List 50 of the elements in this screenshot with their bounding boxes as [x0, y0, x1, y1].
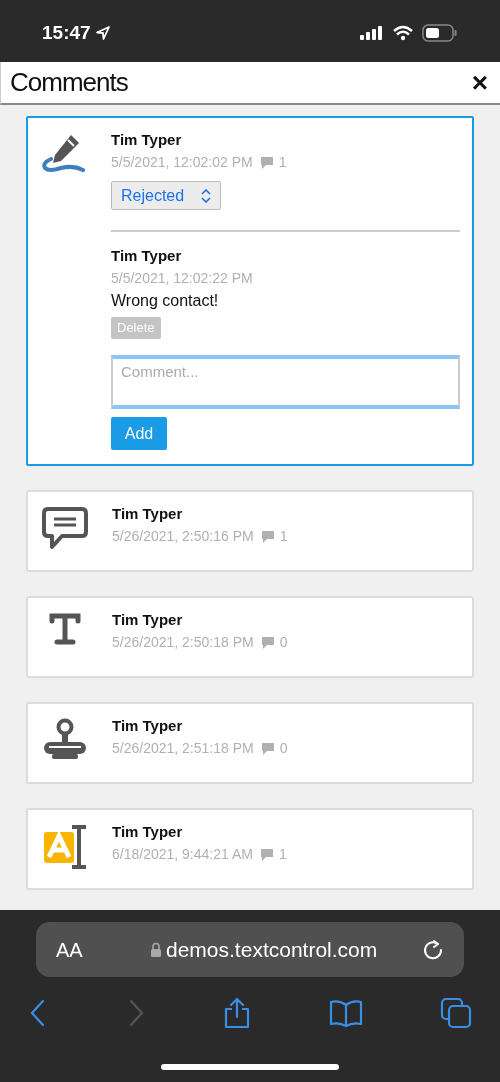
comment-card[interactable]: Tim Typer 5/26/2021, 2:50:16 PM 1	[26, 490, 474, 572]
comment-date: 5/26/2021, 2:51:18 PM	[112, 739, 254, 758]
comment-bubble-icon	[258, 154, 275, 171]
comment-card[interactable]: Tim Typer 5/5/2021, 12:02:02 PM 1 Rejected Tim Typer 5/5/2021, 12:02:22 PM Wrong contact! Delete Comment... Add	[26, 116, 474, 466]
comment-field[interactable]: Comment...	[111, 355, 460, 409]
author-name: Tim Typer	[112, 716, 184, 736]
comment-date: 5/26/2021, 2:50:16 PM	[112, 527, 254, 546]
comment-date: 5/26/2021, 2:50:18 PM	[112, 633, 254, 652]
url-text: demos.textcontrol.com	[166, 936, 378, 963]
author-name: Tim Typer	[112, 822, 184, 842]
tabs-icon[interactable]	[440, 997, 472, 1029]
lock-icon	[150, 941, 162, 958]
comment-bubble-icon	[259, 528, 276, 545]
reply-count: 1	[279, 527, 288, 546]
comment-bubble-icon	[259, 634, 276, 651]
comment-bubble-icon	[259, 740, 276, 757]
pen-icon	[41, 132, 87, 174]
bookmarks-icon[interactable]	[328, 999, 363, 1027]
signal-icon	[360, 25, 384, 41]
reply-count: 1	[278, 845, 287, 864]
reload-icon[interactable]	[422, 938, 444, 961]
author-name: Tim Typer	[111, 130, 183, 150]
comment-bubble-icon	[258, 846, 275, 863]
comment-card[interactable]: Tim Typer 6/18/2021, 9:44:21 AM 1	[26, 808, 474, 890]
status-select[interactable]: Rejected	[111, 181, 221, 210]
chevrons-icon	[201, 188, 211, 203]
close-button[interactable]: ×	[471, 68, 488, 97]
reply-count: 1	[278, 153, 287, 172]
author-name: Tim Typer	[112, 504, 184, 524]
author-name: Tim Typer	[111, 246, 183, 266]
comment-date: 6/18/2021, 9:44:21 AM	[112, 845, 253, 864]
comment-card[interactable]: Tim Typer 5/26/2021, 2:50:18 PM 0	[26, 596, 474, 678]
reply-count: 0	[279, 633, 288, 652]
status-time: 15:47	[42, 20, 91, 45]
text-field-icon	[42, 824, 88, 870]
comment-date: 5/5/2021, 12:02:02 PM	[111, 153, 253, 172]
stamp-icon	[42, 718, 88, 762]
wifi-icon	[392, 25, 414, 41]
battery-icon	[422, 24, 458, 42]
speech-bubble-icon	[42, 506, 88, 550]
comment-card[interactable]: Tim Typer 5/26/2021, 2:51:18 PM 0	[26, 702, 474, 784]
panel-title: Comments	[10, 66, 128, 99]
share-icon[interactable]	[223, 997, 251, 1029]
reply-text: Wrong contact!	[111, 291, 219, 311]
location-arrow-icon	[94, 25, 111, 41]
address-bar[interactable]: AA demos.textcontrol.com	[36, 922, 464, 977]
reply-date: 5/5/2021, 12:02:22 PM	[111, 269, 253, 288]
author-name: Tim Typer	[112, 610, 184, 630]
text-size-button[interactable]: AA	[56, 934, 116, 965]
reply-count: 0	[279, 739, 288, 758]
